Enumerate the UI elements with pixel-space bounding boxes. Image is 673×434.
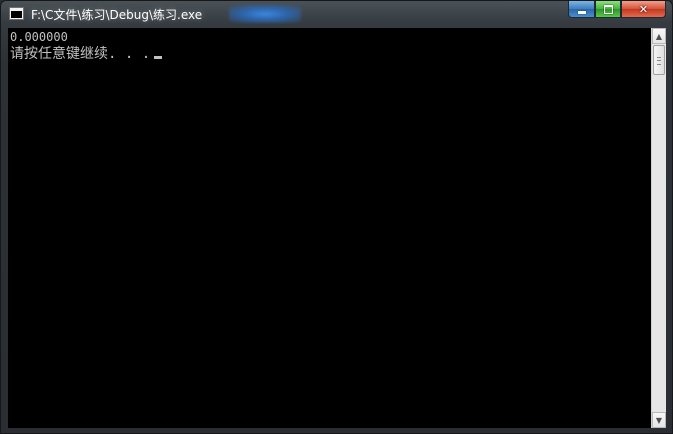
maximize-icon bbox=[603, 4, 613, 14]
maximize-button[interactable] bbox=[595, 1, 621, 18]
title-highlight bbox=[229, 5, 301, 23]
close-button[interactable]: ✕ bbox=[621, 1, 666, 18]
scroll-down-button[interactable]: ▼ bbox=[652, 412, 666, 428]
close-icon: ✕ bbox=[638, 2, 649, 16]
arrow-up-icon: ▲ bbox=[655, 31, 663, 41]
scroll-up-button[interactable]: ▲ bbox=[652, 28, 666, 44]
console-text: 请按任意键继续. . . bbox=[10, 46, 151, 62]
minimize-icon bbox=[577, 10, 586, 14]
console-output[interactable]: 0.000000 请按任意键继续. . . bbox=[8, 28, 651, 428]
scroll-thumb[interactable] bbox=[653, 45, 665, 75]
vertical-scrollbar[interactable]: ▲ ▼ bbox=[651, 28, 666, 428]
console-text: 0.000000 bbox=[10, 30, 68, 44]
window-title: F:\C文件\练习\Debug\练习.exe bbox=[31, 8, 203, 22]
text-cursor bbox=[154, 56, 163, 59]
caption-buttons: ✕ bbox=[568, 1, 666, 18]
console-window: F:\C文件\练习\Debug\练习.exe ✕ 0.000000 请按任意键继… bbox=[0, 0, 673, 434]
arrow-down-icon: ▼ bbox=[655, 415, 663, 425]
resize-grip[interactable] bbox=[651, 428, 666, 433]
console-line-value: 0.000000 bbox=[10, 30, 68, 44]
console-app-icon[interactable] bbox=[9, 7, 24, 20]
grip-icon bbox=[657, 57, 661, 65]
console-line-prompt: 请按任意键继续. . . bbox=[10, 46, 163, 62]
title-bar[interactable]: F:\C文件\练习\Debug\练习.exe ✕ bbox=[1, 1, 672, 27]
minimize-button[interactable] bbox=[568, 1, 595, 18]
